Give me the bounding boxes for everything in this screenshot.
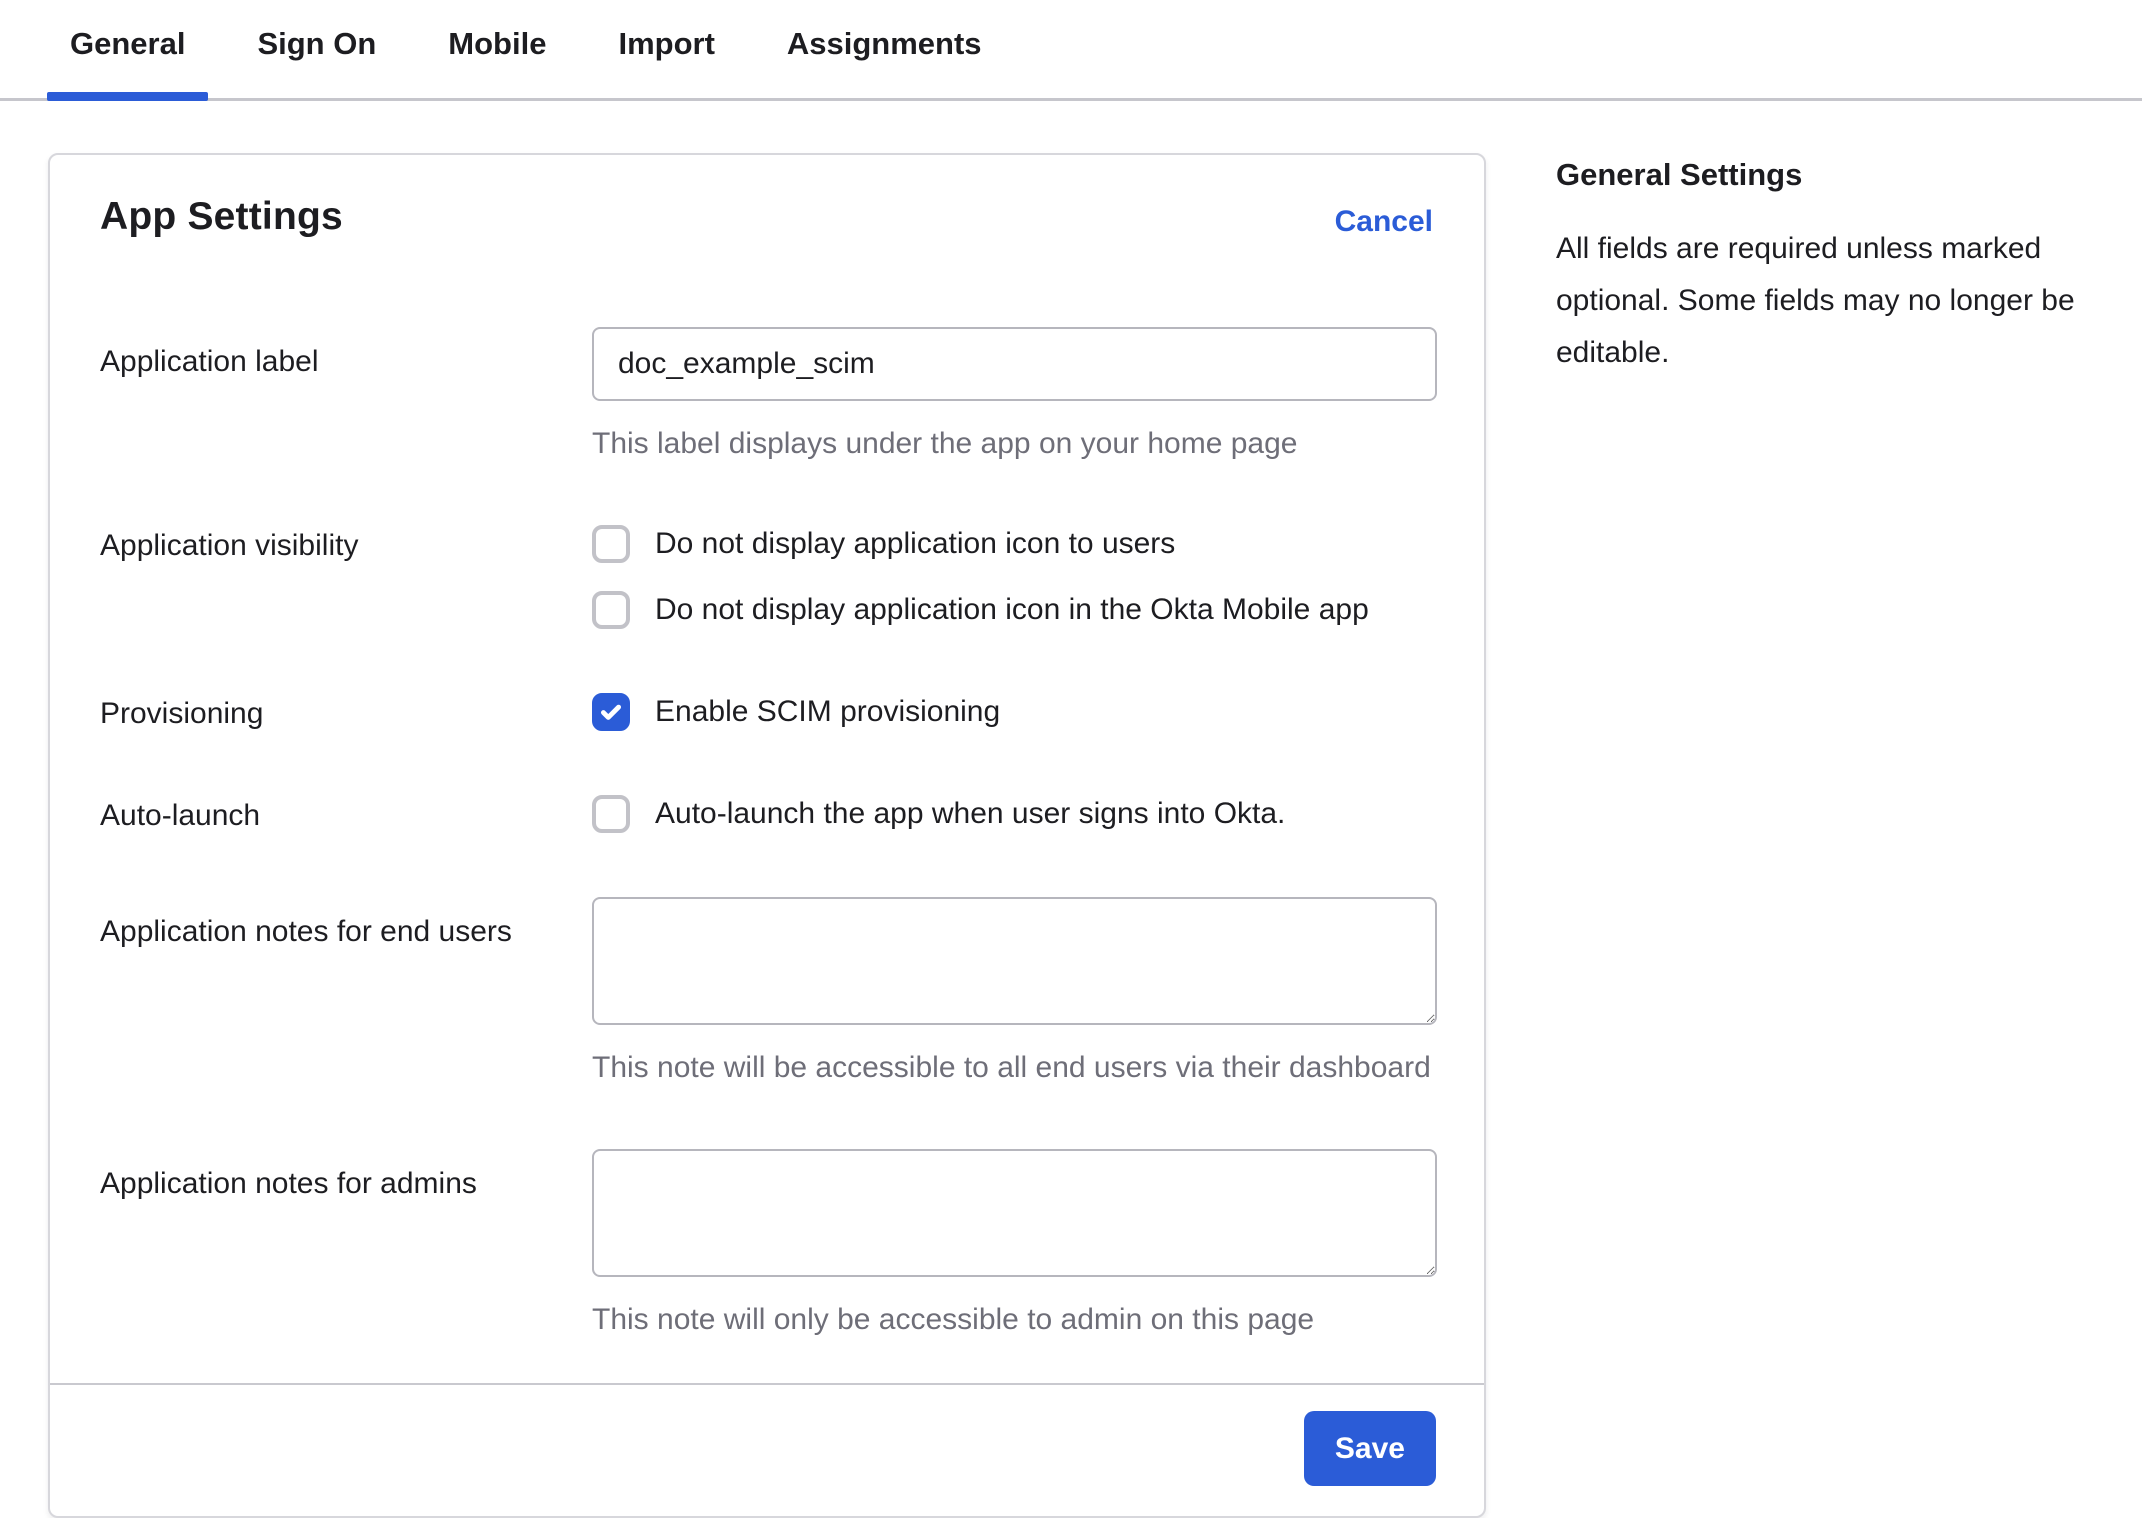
visibility-mobile-check-item[interactable]: Do not display application icon in the O… bbox=[592, 591, 1433, 629]
auto-launch-check-label: Auto-launch the app when user signs into… bbox=[655, 797, 1285, 831]
tab-sign-on[interactable]: Sign On bbox=[234, 26, 399, 98]
card-header: App Settings Cancel bbox=[100, 195, 1433, 239]
app-settings-card: App Settings Cancel Application label Th… bbox=[48, 153, 1486, 1518]
notes-end-users-helper: This note will be accessible to all end … bbox=[592, 1051, 1433, 1085]
notes-end-users-label: Application notes for end users bbox=[100, 897, 592, 1085]
tab-bar: General Sign On Mobile Import Assignment… bbox=[0, 0, 2142, 101]
card-footer: Save bbox=[50, 1385, 1484, 1516]
row-notes-end-users: Application notes for end users This not… bbox=[100, 897, 1433, 1085]
application-label-input[interactable] bbox=[592, 327, 1437, 401]
checkbox-icon[interactable] bbox=[592, 591, 630, 629]
notes-admins-label: Application notes for admins bbox=[100, 1149, 592, 1337]
scim-provisioning-check-item[interactable]: Enable SCIM provisioning bbox=[592, 693, 1433, 731]
cancel-link[interactable]: Cancel bbox=[1335, 205, 1433, 239]
save-button[interactable]: Save bbox=[1304, 1411, 1436, 1486]
general-settings-aside: General Settings All fields are required… bbox=[1556, 153, 2081, 379]
row-auto-launch: Auto-launch Auto-launch the app when use… bbox=[100, 795, 1433, 833]
card-title: App Settings bbox=[100, 195, 343, 239]
provisioning-label: Provisioning bbox=[100, 693, 592, 731]
tab-assignments[interactable]: Assignments bbox=[764, 26, 1005, 98]
notes-admins-textarea[interactable] bbox=[592, 1149, 1437, 1277]
visibility-mobile-check-label: Do not display application icon in the O… bbox=[655, 593, 1369, 627]
aside-title: General Settings bbox=[1556, 157, 2081, 193]
application-label-label: Application label bbox=[100, 327, 592, 461]
visibility-users-check-item[interactable]: Do not display application icon to users bbox=[592, 525, 1433, 563]
checkbox-icon[interactable] bbox=[592, 525, 630, 563]
auto-launch-check-item[interactable]: Auto-launch the app when user signs into… bbox=[592, 795, 1433, 833]
tab-import[interactable]: Import bbox=[595, 26, 737, 98]
row-application-visibility: Application visibility Do not display ap… bbox=[100, 525, 1433, 629]
application-label-helper: This label displays under the app on you… bbox=[592, 427, 1433, 461]
tab-general[interactable]: General bbox=[47, 26, 208, 98]
visibility-users-check-label: Do not display application icon to users bbox=[655, 527, 1175, 561]
scim-provisioning-check-label: Enable SCIM provisioning bbox=[655, 695, 1000, 729]
notes-end-users-textarea[interactable] bbox=[592, 897, 1437, 1025]
aside-description: All fields are required unless marked op… bbox=[1556, 223, 2081, 379]
row-provisioning: Provisioning Enable SCIM provisioning bbox=[100, 693, 1433, 731]
page-content: App Settings Cancel Application label Th… bbox=[0, 101, 2142, 1518]
notes-admins-helper: This note will only be accessible to adm… bbox=[592, 1303, 1433, 1337]
row-notes-admins: Application notes for admins This note w… bbox=[100, 1149, 1433, 1337]
row-application-label: Application label This label displays un… bbox=[100, 327, 1433, 461]
checkbox-icon[interactable] bbox=[592, 795, 630, 833]
check-icon bbox=[598, 699, 624, 725]
checkbox-checked-icon[interactable] bbox=[592, 693, 630, 731]
auto-launch-label: Auto-launch bbox=[100, 795, 592, 833]
application-visibility-label: Application visibility bbox=[100, 525, 592, 629]
tab-mobile[interactable]: Mobile bbox=[425, 26, 569, 98]
